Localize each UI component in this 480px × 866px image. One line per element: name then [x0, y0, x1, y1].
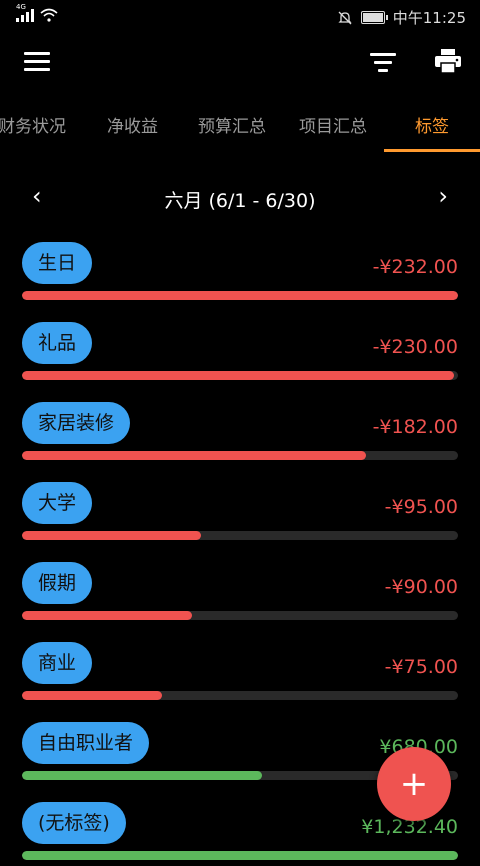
tab-tags[interactable]: 标签: [415, 112, 449, 137]
tab-financial-status[interactable]: 财务状况: [0, 112, 66, 137]
tag-progress-fill: [22, 611, 193, 620]
tag-chip[interactable]: (无标签): [22, 802, 126, 844]
bell-muted-icon: [338, 11, 352, 24]
period-selector: ‹ 六月 (6/1 - 6/30) ›: [0, 180, 480, 214]
tag-row[interactable]: 假期 -¥90.00: [0, 562, 480, 626]
tag-progress-track: [22, 531, 458, 540]
tag-amount: -¥230.00: [372, 336, 458, 358]
tag-row[interactable]: 大学 -¥95.00: [0, 482, 480, 546]
tag-amount: -¥75.00: [384, 656, 458, 678]
tag-chip[interactable]: 礼品: [22, 322, 93, 364]
tag-amount: -¥95.00: [384, 496, 458, 518]
tag-row[interactable]: 礼品 -¥230.00: [0, 322, 480, 386]
tag-row[interactable]: 家居装修 -¥182.00: [0, 402, 480, 466]
tag-chip[interactable]: 假期: [22, 562, 93, 604]
tag-progress-track: [22, 371, 458, 380]
tag-amount: -¥90.00: [384, 576, 458, 598]
battery-icon: [360, 11, 388, 24]
tag-progress-fill: [22, 371, 454, 380]
tab-net-income[interactable]: 净收益: [107, 112, 158, 137]
tag-progress-track: [22, 691, 458, 700]
period-label: 六月 (6/1 - 6/30): [164, 190, 316, 212]
clock: 中午11:25: [392, 9, 466, 27]
filter-icon[interactable]: [370, 53, 396, 73]
signal-icon: [16, 9, 34, 22]
tag-progress-fill: [22, 531, 201, 540]
tag-chip[interactable]: 商业: [22, 642, 93, 684]
tab-project-summary[interactable]: 项目汇总: [299, 112, 367, 137]
chevron-right-icon[interactable]: ›: [438, 182, 448, 210]
menu-icon[interactable]: [24, 52, 50, 72]
tab-budget-summary[interactable]: 预算汇总: [198, 112, 266, 137]
tag-chip[interactable]: 自由职业者: [22, 722, 150, 764]
tag-progress-track: [22, 451, 458, 460]
toolbar: [0, 34, 480, 90]
tag-progress-fill: [22, 851, 458, 860]
tag-row[interactable]: 商业 -¥75.00: [0, 642, 480, 706]
tag-amount: -¥232.00: [372, 256, 458, 278]
tag-row[interactable]: 生日 -¥232.00: [0, 242, 480, 306]
tag-progress-fill: [22, 771, 262, 780]
tag-progress-track: [22, 611, 458, 620]
tag-progress-fill: [22, 691, 162, 700]
wifi-icon: [40, 8, 58, 22]
tag-chip[interactable]: 大学: [22, 482, 93, 524]
status-bar: 4G 中午11:25: [0, 0, 480, 34]
tab-indicator: [384, 149, 480, 152]
tag-chip[interactable]: 生日: [22, 242, 93, 284]
tab-bar: 财务状况 净收益 预算汇总 项目汇总 标签: [0, 102, 480, 152]
tag-amount: -¥182.00: [372, 416, 458, 438]
tag-progress-track: [22, 851, 458, 860]
tag-progress-fill: [22, 291, 458, 300]
tag-progress-track: [22, 291, 458, 300]
add-button[interactable]: +: [377, 747, 451, 821]
print-icon[interactable]: [434, 48, 462, 74]
tag-chip[interactable]: 家居装修: [22, 402, 131, 444]
tag-progress-fill: [22, 451, 367, 460]
